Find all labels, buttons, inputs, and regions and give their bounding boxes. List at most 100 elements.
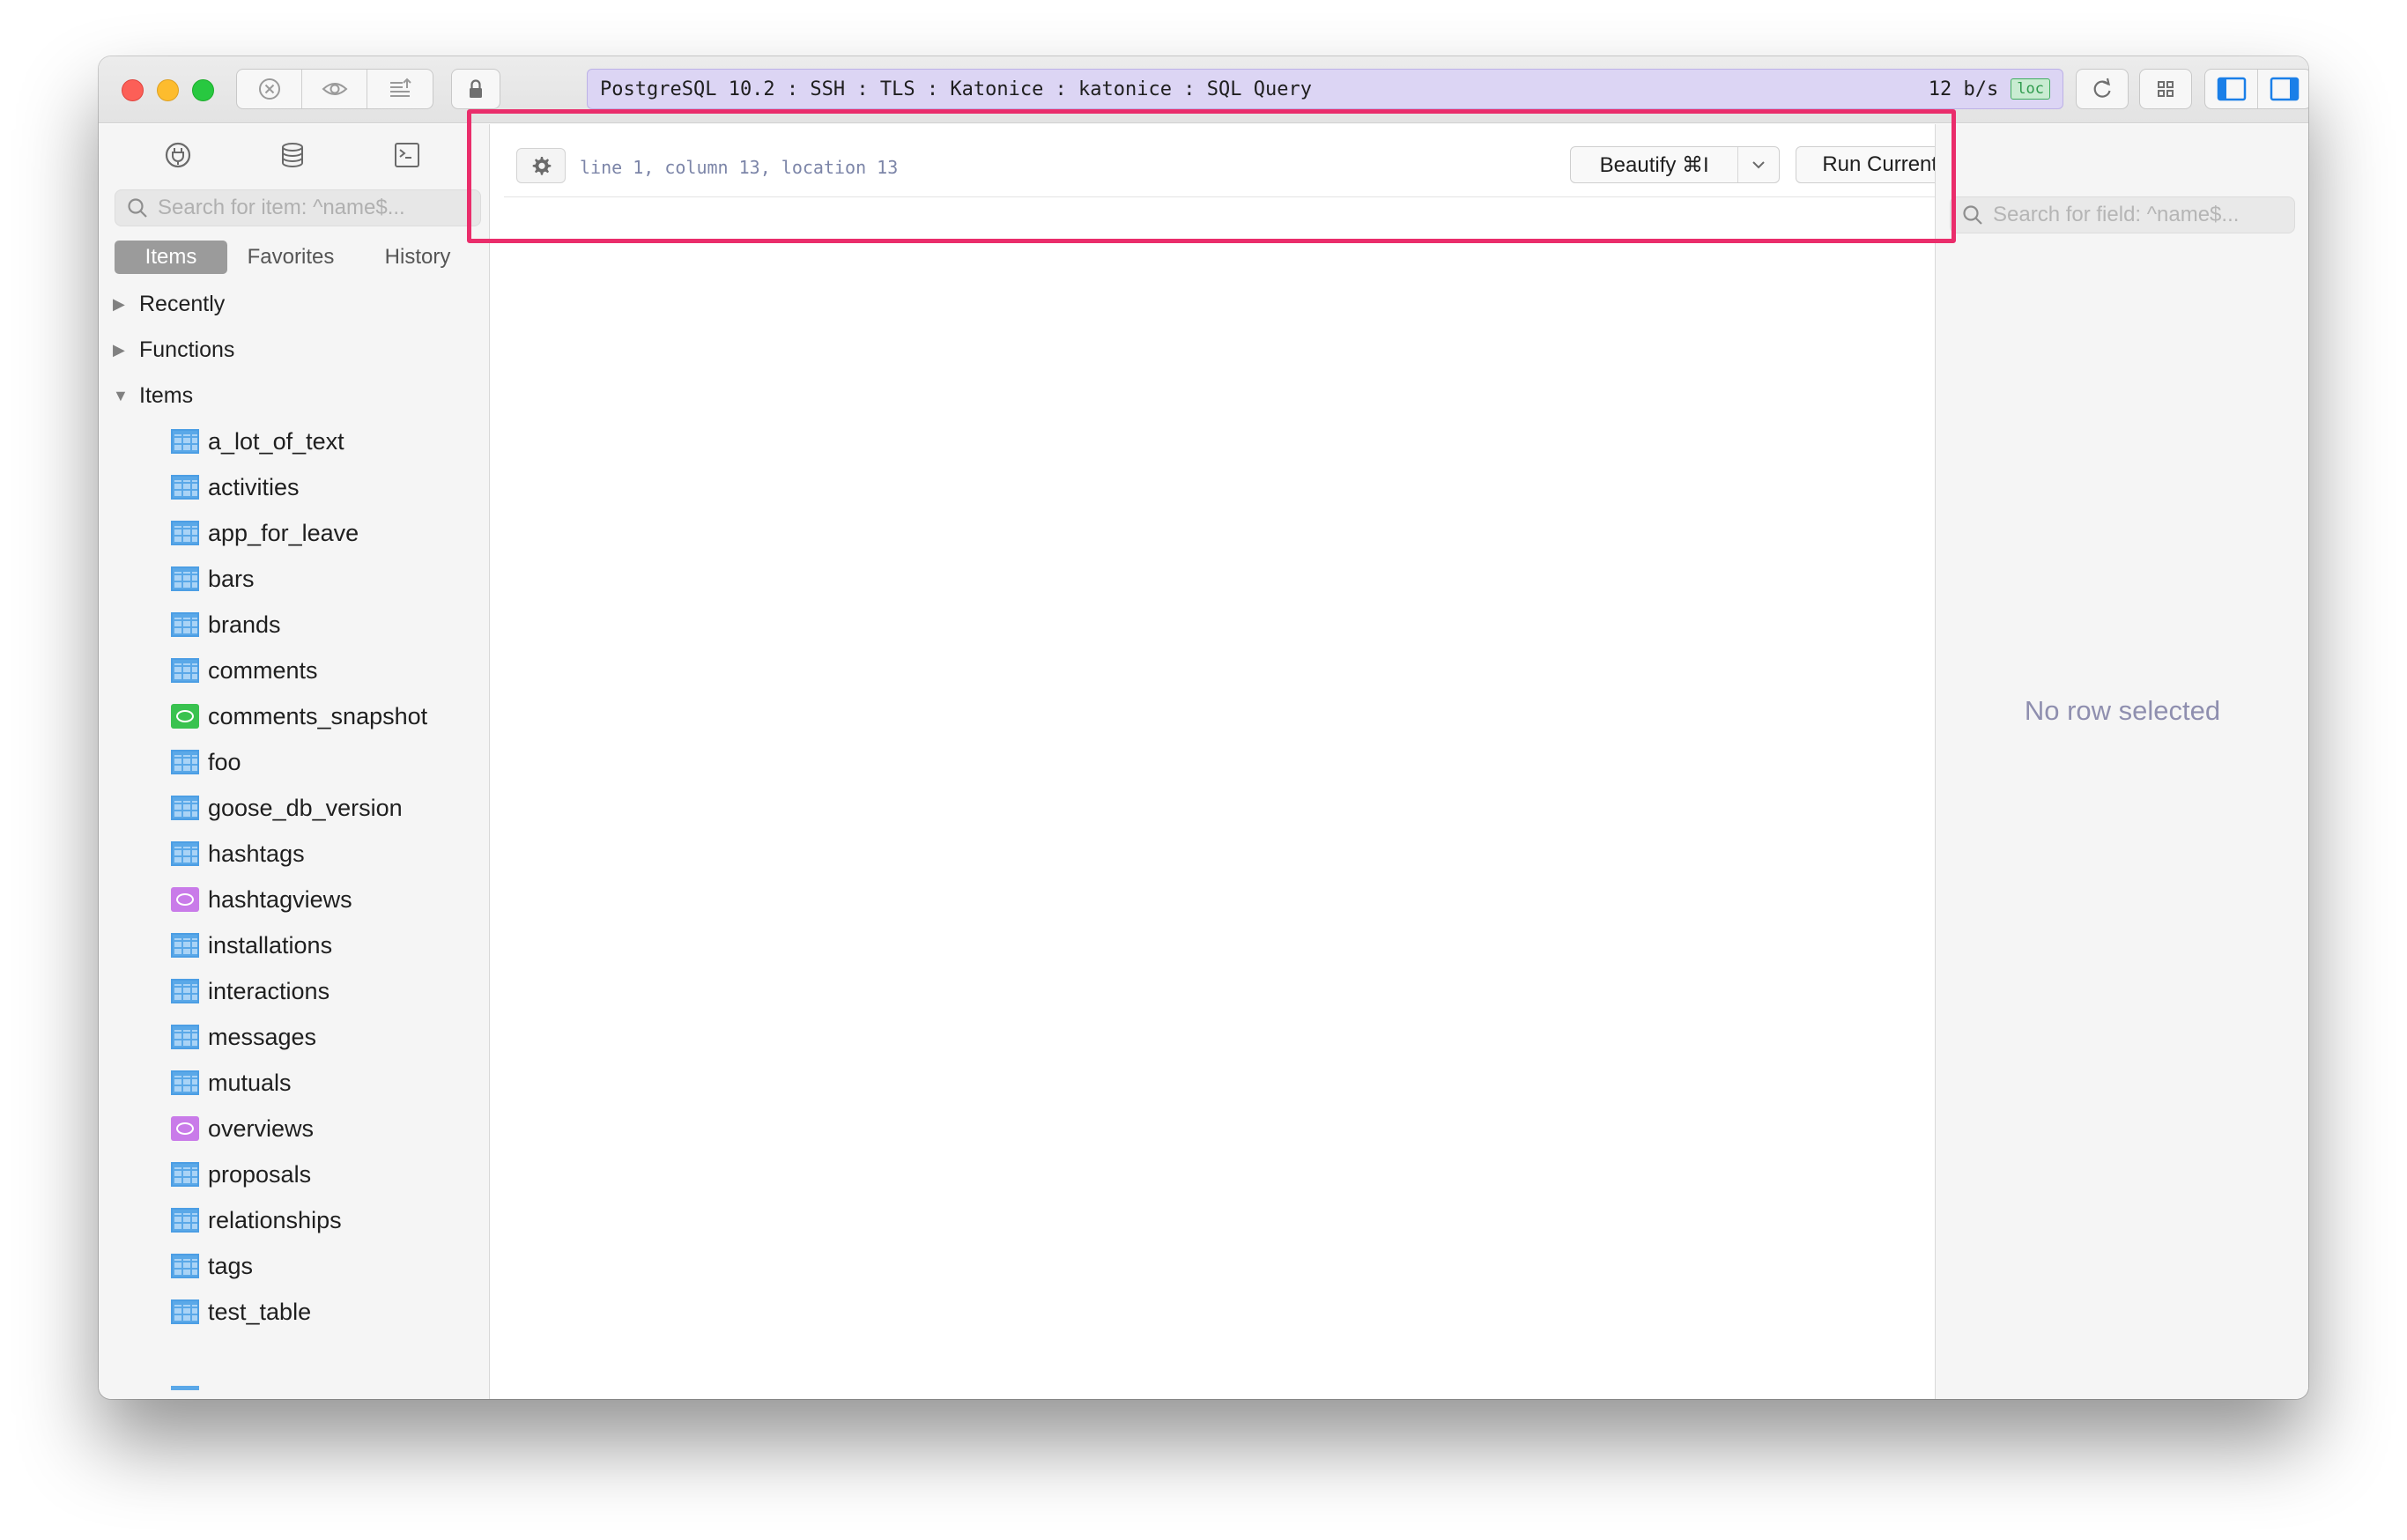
table-icon	[171, 979, 199, 1003]
table-icon	[171, 1254, 199, 1278]
beautify-button[interactable]: Beautify ⌘I	[1571, 147, 1739, 182]
terminal-icon[interactable]	[388, 133, 426, 177]
close-circle-icon[interactable]	[237, 70, 302, 108]
group-functions[interactable]: ▶ Functions	[99, 327, 490, 373]
disclosure-right-icon[interactable]: ▶	[113, 341, 129, 359]
app-window: PostgreSQL 10.2 : SSH : TLS : Katonice :…	[99, 56, 2308, 1399]
field-search-input[interactable]: Search for field: ^name$...	[1950, 196, 2295, 233]
item-label: brands	[208, 611, 281, 638]
group-recently[interactable]: ▶ Recently	[99, 281, 490, 327]
list-item[interactable]: interactions	[99, 968, 490, 1014]
table-icon	[171, 796, 199, 820]
list-item[interactable]: foo	[99, 739, 490, 785]
list-item[interactable]: tags	[99, 1243, 490, 1289]
grid-icon[interactable]	[2139, 69, 2192, 109]
list-item[interactable]: a_lot_of_text	[99, 418, 490, 464]
eye-icon[interactable]	[302, 70, 367, 108]
table-icon	[171, 1299, 199, 1324]
item-label: activities	[208, 473, 300, 500]
panel-toggle-group	[2204, 69, 2308, 109]
list-item[interactable]: hashtagviews	[99, 877, 490, 922]
item-search-placeholder: Search for item: ^name$...	[158, 196, 405, 219]
minimize-window-button[interactable]	[157, 79, 179, 101]
connection-bar[interactable]: PostgreSQL 10.2 : SSH : TLS : Katonice :…	[587, 69, 2063, 109]
item-label: hashtags	[208, 840, 305, 867]
item-label: goose_db_version	[208, 794, 403, 821]
table-icon	[171, 566, 199, 591]
item-label: proposals	[208, 1160, 312, 1188]
loc-badge: loc	[2011, 78, 2050, 100]
list-item[interactable]: installations	[99, 922, 490, 968]
connection-text: PostgreSQL 10.2 : SSH : TLS : Katonice :…	[600, 78, 1312, 100]
disclosure-down-icon[interactable]: ▼	[113, 387, 129, 405]
table-icon	[171, 475, 199, 500]
item-label: bars	[208, 565, 255, 592]
item-label: hashtagviews	[208, 885, 352, 913]
refresh-icon[interactable]	[2076, 69, 2129, 109]
field-search-placeholder: Search for field: ^name$...	[1993, 203, 2240, 226]
item-tree: ▶ Recently ▶ Functions ▼ Items a_lot_of_…	[99, 281, 490, 1335]
group-label: Functions	[139, 337, 235, 362]
tab-history[interactable]: History	[354, 241, 481, 274]
list-item[interactable]: brands	[99, 602, 490, 648]
list-upload-icon[interactable]	[367, 70, 433, 108]
list-item[interactable]: comments	[99, 648, 490, 693]
list-item[interactable]: proposals	[99, 1151, 490, 1197]
table-icon	[171, 612, 199, 637]
sql-editor[interactable]	[491, 198, 1934, 1399]
list-item[interactable]: overviews	[99, 1106, 490, 1151]
toolbar-group-actions	[236, 69, 433, 109]
zoom-window-button[interactable]	[192, 79, 214, 101]
gear-icon[interactable]	[516, 148, 566, 183]
list-item[interactable]: bars	[99, 556, 490, 602]
editor-toolbar: line 1, column 13, location 13 Beautify …	[504, 134, 2005, 197]
sidebar-icon-bar	[99, 133, 490, 177]
group-items[interactable]: ▼ Items	[99, 373, 490, 418]
item-label: app_for_leave	[208, 519, 359, 546]
right-panel-icon[interactable]	[2258, 70, 2308, 108]
item-label: interactions	[208, 977, 330, 1004]
item-label: relationships	[208, 1206, 342, 1233]
search-icon	[1963, 205, 1982, 225]
item-label: comments	[208, 656, 318, 684]
item-label: installations	[208, 931, 333, 959]
list-item[interactable]: mutuals	[99, 1060, 490, 1106]
disclosure-right-icon[interactable]: ▶	[113, 295, 129, 314]
list-item[interactable]: relationships	[99, 1197, 490, 1243]
item-label: overviews	[208, 1114, 315, 1142]
table-icon	[171, 658, 199, 683]
item-label: a_lot_of_text	[208, 427, 344, 455]
list-item[interactable]: comments_snapshot	[99, 693, 490, 739]
list-item[interactable]: hashtags	[99, 831, 490, 877]
left-panel-icon[interactable]	[2205, 70, 2258, 108]
list-item[interactable]: activities	[99, 464, 490, 510]
plug-icon[interactable]	[159, 133, 197, 177]
chevron-down-icon[interactable]	[1738, 147, 1779, 182]
tab-favorites[interactable]: Favorites	[227, 241, 354, 274]
table-icon	[171, 1025, 199, 1049]
view-icon	[171, 887, 199, 912]
item-label: tags	[208, 1252, 254, 1279]
materialized-view-icon	[171, 704, 199, 729]
list-item[interactable]: app_for_leave	[99, 510, 490, 556]
beautify-split-button: Beautify ⌘I	[1570, 146, 1780, 183]
item-search-input[interactable]: Search for item: ^name$...	[115, 189, 481, 226]
right-panel: Search for field: ^name$... No row selec…	[1935, 124, 2308, 1399]
lock-icon[interactable]	[451, 69, 500, 109]
close-window-button[interactable]	[122, 79, 144, 101]
item-label: test_table	[208, 1298, 312, 1325]
network-speed: 12 b/s	[1928, 78, 1999, 100]
item-label: comments_snapshot	[208, 702, 428, 729]
view-icon	[171, 1116, 199, 1141]
titlebar: PostgreSQL 10.2 : SSH : TLS : Katonice :…	[99, 56, 2308, 123]
database-icon[interactable]	[273, 133, 312, 177]
sidebar-tabs: Items Favorites History	[115, 241, 481, 274]
table-icon	[171, 429, 199, 454]
table-icon	[171, 1162, 199, 1187]
tab-items[interactable]: Items	[115, 241, 227, 274]
list-item[interactable]: test_table	[99, 1289, 490, 1335]
list-item[interactable]: messages	[99, 1014, 490, 1060]
list-item[interactable]: goose_db_version	[99, 785, 490, 831]
item-label: foo	[208, 748, 241, 775]
search-icon	[128, 198, 147, 218]
